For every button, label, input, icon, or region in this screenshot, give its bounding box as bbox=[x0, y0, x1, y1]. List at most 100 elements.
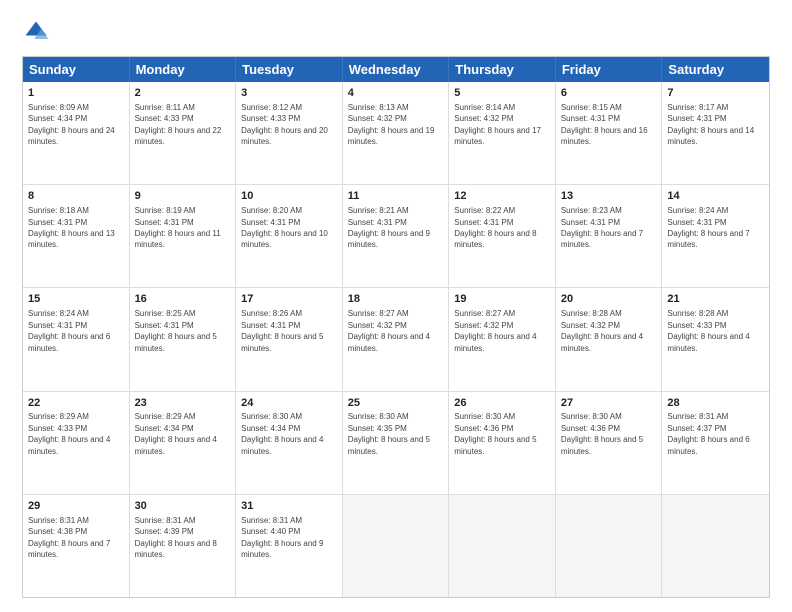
day-number: 30 bbox=[135, 499, 231, 514]
day-number: 13 bbox=[561, 189, 657, 204]
cal-cell-7: 7 Sunrise: 8:17 AM Sunset: 4:31 PM Daylig… bbox=[662, 82, 769, 184]
cal-cell-5: 5Sunrise: 8:14 AM Sunset: 4:32 PM Daylig… bbox=[449, 82, 556, 184]
day-number: 4 bbox=[348, 86, 444, 101]
day-number: 16 bbox=[135, 292, 231, 307]
day-number: 3 bbox=[241, 86, 337, 101]
calendar: SundayMondayTuesdayWednesdayThursdayFrid… bbox=[22, 56, 770, 598]
day-number: 25 bbox=[348, 396, 444, 411]
cell-info: Sunrise: 8:31 AM Sunset: 4:39 PM Dayligh… bbox=[135, 516, 217, 559]
logo bbox=[22, 18, 54, 46]
cell-info: Sunrise: 8:27 AM Sunset: 4:32 PM Dayligh… bbox=[454, 309, 536, 352]
cell-info: Sunrise: 8:15 AM Sunset: 4:31 PM Dayligh… bbox=[561, 103, 648, 146]
cal-header-day-thursday: Thursday bbox=[449, 57, 556, 82]
logo-icon bbox=[22, 18, 50, 46]
cal-cell-11: 11 Sunrise: 8:21 AM Sunset: 4:31 PM Dayli… bbox=[343, 185, 450, 287]
cell-info: Sunrise: 8:12 AM Sunset: 4:33 PM Dayligh… bbox=[241, 103, 328, 146]
cal-cell-20: 20 Sunrise: 8:28 AM Sunset: 4:32 PM Dayli… bbox=[556, 288, 663, 390]
cal-row-1: 8 Sunrise: 8:18 AM Sunset: 4:31 PM Daylig… bbox=[23, 185, 769, 288]
cell-info: Sunrise: 8:19 AM Sunset: 4:31 PM Dayligh… bbox=[135, 206, 221, 249]
cell-info: Sunrise: 8:30 AM Sunset: 4:36 PM Dayligh… bbox=[561, 412, 643, 455]
cal-cell-26: 26Sunrise: 8:30 AM Sunset: 4:36 PM Dayli… bbox=[449, 392, 556, 494]
cell-info: Sunrise: 8:26 AM Sunset: 4:31 PM Dayligh… bbox=[241, 309, 323, 352]
cell-info: Sunrise: 8:11 AM Sunset: 4:33 PM Dayligh… bbox=[135, 103, 222, 146]
cell-info: Sunrise: 8:29 AM Sunset: 4:34 PM Dayligh… bbox=[135, 412, 217, 455]
cal-cell-empty bbox=[662, 495, 769, 597]
cal-cell-30: 30 Sunrise: 8:31 AM Sunset: 4:39 PM Dayli… bbox=[130, 495, 237, 597]
cal-row-3: 22Sunrise: 8:29 AM Sunset: 4:33 PM Dayli… bbox=[23, 392, 769, 495]
cell-info: Sunrise: 8:27 AM Sunset: 4:32 PM Dayligh… bbox=[348, 309, 430, 352]
day-number: 15 bbox=[28, 292, 124, 307]
cell-info: Sunrise: 8:09 AM Sunset: 4:34 PM Dayligh… bbox=[28, 103, 115, 146]
cal-cell-8: 8 Sunrise: 8:18 AM Sunset: 4:31 PM Daylig… bbox=[23, 185, 130, 287]
day-number: 8 bbox=[28, 189, 124, 204]
day-number: 17 bbox=[241, 292, 337, 307]
cal-header-day-saturday: Saturday bbox=[662, 57, 769, 82]
day-number: 18 bbox=[348, 292, 444, 307]
day-number: 9 bbox=[135, 189, 231, 204]
day-number: 12 bbox=[454, 189, 550, 204]
cal-cell-13: 13 Sunrise: 8:23 AM Sunset: 4:31 PM Dayli… bbox=[556, 185, 663, 287]
cell-info: Sunrise: 8:20 AM Sunset: 4:31 PM Dayligh… bbox=[241, 206, 328, 249]
day-number: 6 bbox=[561, 86, 657, 101]
day-number: 5 bbox=[454, 86, 550, 101]
cal-cell-19: 19Sunrise: 8:27 AM Sunset: 4:32 PM Dayli… bbox=[449, 288, 556, 390]
cal-row-0: 1 Sunrise: 8:09 AM Sunset: 4:34 PM Daylig… bbox=[23, 82, 769, 185]
cell-info: Sunrise: 8:28 AM Sunset: 4:33 PM Dayligh… bbox=[667, 309, 749, 352]
cell-info: Sunrise: 8:31 AM Sunset: 4:38 PM Dayligh… bbox=[28, 516, 110, 559]
day-number: 29 bbox=[28, 499, 124, 514]
cal-cell-empty bbox=[449, 495, 556, 597]
calendar-body: 1 Sunrise: 8:09 AM Sunset: 4:34 PM Daylig… bbox=[23, 82, 769, 597]
cal-row-4: 29 Sunrise: 8:31 AM Sunset: 4:38 PM Dayli… bbox=[23, 495, 769, 597]
cal-cell-9: 9 Sunrise: 8:19 AM Sunset: 4:31 PM Daylig… bbox=[130, 185, 237, 287]
cal-cell-empty bbox=[556, 495, 663, 597]
cal-cell-15: 15 Sunrise: 8:24 AM Sunset: 4:31 PM Dayli… bbox=[23, 288, 130, 390]
day-number: 26 bbox=[454, 396, 550, 411]
cal-cell-2: 2Sunrise: 8:11 AM Sunset: 4:33 PM Daylig… bbox=[130, 82, 237, 184]
day-number: 27 bbox=[561, 396, 657, 411]
cal-header-day-sunday: Sunday bbox=[23, 57, 130, 82]
day-number: 14 bbox=[667, 189, 764, 204]
day-number: 28 bbox=[667, 396, 764, 411]
cal-header-day-friday: Friday bbox=[556, 57, 663, 82]
cal-cell-10: 10 Sunrise: 8:20 AM Sunset: 4:31 PM Dayli… bbox=[236, 185, 343, 287]
cal-cell-3: 3 Sunrise: 8:12 AM Sunset: 4:33 PM Daylig… bbox=[236, 82, 343, 184]
day-number: 7 bbox=[667, 86, 764, 101]
cal-cell-25: 25Sunrise: 8:30 AM Sunset: 4:35 PM Dayli… bbox=[343, 392, 450, 494]
day-number: 20 bbox=[561, 292, 657, 307]
cal-cell-6: 6 Sunrise: 8:15 AM Sunset: 4:31 PM Daylig… bbox=[556, 82, 663, 184]
cell-info: Sunrise: 8:29 AM Sunset: 4:33 PM Dayligh… bbox=[28, 412, 110, 455]
cal-header-day-monday: Monday bbox=[130, 57, 237, 82]
cal-cell-12: 12Sunrise: 8:22 AM Sunset: 4:31 PM Dayli… bbox=[449, 185, 556, 287]
cell-info: Sunrise: 8:30 AM Sunset: 4:36 PM Dayligh… bbox=[454, 412, 536, 455]
day-number: 23 bbox=[135, 396, 231, 411]
cal-cell-empty bbox=[343, 495, 450, 597]
cell-info: Sunrise: 8:17 AM Sunset: 4:31 PM Dayligh… bbox=[667, 103, 754, 146]
cal-cell-14: 14Sunrise: 8:24 AM Sunset: 4:31 PM Dayli… bbox=[662, 185, 769, 287]
cal-cell-24: 24Sunrise: 8:30 AM Sunset: 4:34 PM Dayli… bbox=[236, 392, 343, 494]
cell-info: Sunrise: 8:23 AM Sunset: 4:31 PM Dayligh… bbox=[561, 206, 643, 249]
cell-info: Sunrise: 8:28 AM Sunset: 4:32 PM Dayligh… bbox=[561, 309, 643, 352]
day-number: 10 bbox=[241, 189, 337, 204]
cell-info: Sunrise: 8:31 AM Sunset: 4:40 PM Dayligh… bbox=[241, 516, 323, 559]
cell-info: Sunrise: 8:30 AM Sunset: 4:34 PM Dayligh… bbox=[241, 412, 323, 455]
cell-info: Sunrise: 8:24 AM Sunset: 4:31 PM Dayligh… bbox=[28, 309, 110, 352]
day-number: 31 bbox=[241, 499, 337, 514]
day-number: 22 bbox=[28, 396, 124, 411]
cal-cell-18: 18 Sunrise: 8:27 AM Sunset: 4:32 PM Dayli… bbox=[343, 288, 450, 390]
day-number: 24 bbox=[241, 396, 337, 411]
cal-cell-16: 16 Sunrise: 8:25 AM Sunset: 4:31 PM Dayli… bbox=[130, 288, 237, 390]
cal-cell-31: 31 Sunrise: 8:31 AM Sunset: 4:40 PM Dayli… bbox=[236, 495, 343, 597]
day-number: 11 bbox=[348, 189, 444, 204]
cell-info: Sunrise: 8:21 AM Sunset: 4:31 PM Dayligh… bbox=[348, 206, 430, 249]
header bbox=[22, 18, 770, 46]
cell-info: Sunrise: 8:31 AM Sunset: 4:37 PM Dayligh… bbox=[667, 412, 749, 455]
cell-info: Sunrise: 8:25 AM Sunset: 4:31 PM Dayligh… bbox=[135, 309, 217, 352]
page: SundayMondayTuesdayWednesdayThursdayFrid… bbox=[0, 0, 792, 612]
cal-header-day-tuesday: Tuesday bbox=[236, 57, 343, 82]
cell-info: Sunrise: 8:18 AM Sunset: 4:31 PM Dayligh… bbox=[28, 206, 115, 249]
cell-info: Sunrise: 8:13 AM Sunset: 4:32 PM Dayligh… bbox=[348, 103, 435, 146]
day-number: 21 bbox=[667, 292, 764, 307]
day-number: 1 bbox=[28, 86, 124, 101]
cal-cell-23: 23Sunrise: 8:29 AM Sunset: 4:34 PM Dayli… bbox=[130, 392, 237, 494]
cal-cell-21: 21 Sunrise: 8:28 AM Sunset: 4:33 PM Dayli… bbox=[662, 288, 769, 390]
